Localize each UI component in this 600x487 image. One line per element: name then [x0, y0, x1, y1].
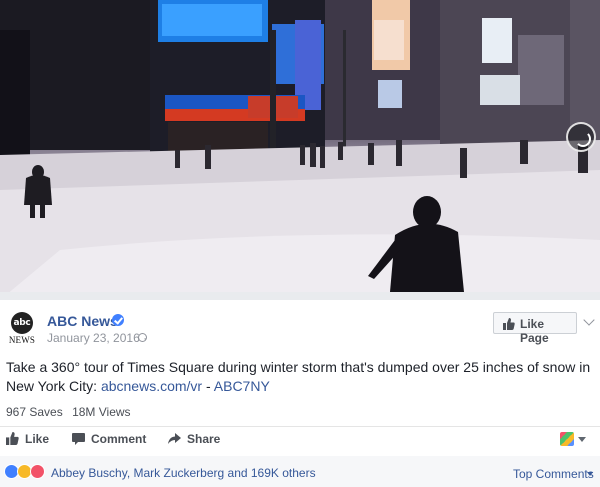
reaction-icons[interactable] [4, 464, 50, 480]
video-bottom-bar [0, 292, 600, 300]
caption-tag-link[interactable]: ABC7NY [214, 378, 270, 394]
post-stats: 967 Saves 18M Views [6, 405, 131, 419]
like-label: Like [25, 432, 50, 446]
caption-separator: - [202, 378, 214, 394]
reactors-summary[interactable]: Abbey Buschy, Mark Zuckerberg and 169K o… [51, 466, 316, 480]
caption-link[interactable]: abcnews.com/vr [101, 378, 202, 394]
page-avatar[interactable]: abc NEWS [6, 310, 38, 345]
reactions-row: Abbey Buschy, Mark Zuckerberg and 169K o… [0, 456, 600, 487]
post-header: abc NEWS ABC News January 23, 2016 · Lik… [0, 300, 600, 350]
post-timestamp[interactable]: January 23, 2016 · [47, 331, 147, 345]
like-page-button[interactable]: Like Page [493, 312, 577, 345]
action-bar: Like Comment Share [0, 427, 600, 453]
verified-badge-icon [112, 314, 124, 326]
views-count: 18M Views [72, 405, 131, 419]
abc-logo-word: NEWS [8, 335, 36, 345]
top-comments-dropdown[interactable]: Top Comments [513, 467, 594, 481]
like-button[interactable]: Like [6, 432, 49, 446]
share-button[interactable]: Share [168, 432, 220, 446]
caption-text: Take a 360° tour of Times Square during … [6, 359, 591, 394]
video-player[interactable] [0, 0, 600, 300]
share-arrow-icon [168, 433, 181, 444]
360-control-icon[interactable] [566, 122, 596, 152]
page-name-link[interactable]: ABC News [47, 313, 118, 329]
love-reaction-icon [30, 464, 45, 479]
thumbs-up-icon [6, 432, 19, 445]
like-page-label: Like Page [520, 317, 549, 345]
caret-down-icon[interactable] [587, 472, 593, 476]
post-caption: Take a 360° tour of Times Square during … [6, 358, 596, 396]
saves-count[interactable]: 967 Saves [6, 405, 63, 419]
globe-icon [138, 333, 147, 342]
comment-button[interactable]: Comment [72, 432, 146, 446]
caret-down-icon[interactable] [578, 437, 586, 442]
reaction-picker-icon[interactable] [560, 432, 574, 446]
comment-bubble-icon [72, 433, 85, 445]
thumbs-up-icon [503, 318, 515, 330]
share-label: Share [187, 432, 221, 446]
abc-logo: abc [11, 312, 33, 334]
video-frame [0, 0, 600, 300]
chevron-down-icon[interactable] [583, 314, 595, 326]
comment-label: Comment [91, 432, 147, 446]
